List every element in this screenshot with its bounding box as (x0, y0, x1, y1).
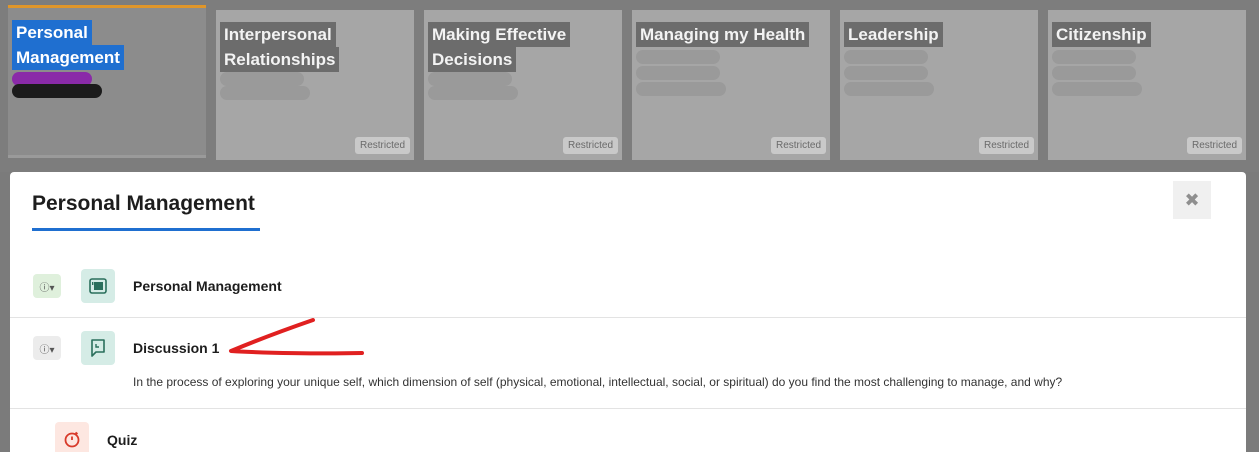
tile-citizenship[interactable]: Citizenship Restricted (1048, 10, 1246, 160)
tile-title: Leadership (844, 22, 943, 47)
tile-title: Making Effective Decisions (428, 22, 571, 72)
status-dropdown[interactable]: ⓘ▾ (33, 274, 61, 298)
placeholder-bar (220, 86, 310, 100)
item-label[interactable]: Discussion 1 (133, 340, 219, 356)
placeholder-bar (1052, 66, 1136, 80)
restricted-badge: Restricted (354, 137, 410, 154)
placeholder-bar (844, 66, 928, 80)
tile-title-line: Citizenship (1052, 22, 1151, 47)
item-description: In the process of exploring your unique … (133, 375, 1063, 389)
title-underline (32, 228, 260, 231)
tile-title: Citizenship (1052, 22, 1151, 47)
tile-managing-my-health[interactable]: Managing my Health Restricted (632, 10, 830, 160)
restricted-badge: Restricted (562, 137, 618, 154)
tile-title-line: Relationships (220, 47, 340, 72)
tile-title-line: Leadership (844, 22, 943, 47)
restricted-badge: Restricted (1186, 137, 1242, 154)
placeholder-bar (844, 50, 928, 64)
placeholder-bar (220, 72, 304, 86)
page-icon (81, 269, 115, 303)
placeholder-bar (428, 72, 512, 86)
status-dropdown[interactable]: ⓘ▾ (33, 336, 61, 360)
divider (10, 317, 1246, 318)
discussion-icon (81, 331, 115, 365)
tile-title-line: Management (12, 45, 124, 70)
tile-title: Interpersonal Relationships (220, 22, 340, 72)
tile-title-line: Personal (12, 20, 92, 45)
tile-title-line: Managing my Health (636, 22, 810, 47)
tile-interpersonal-relationships[interactable]: Interpersonal Relationships Restricted (216, 10, 414, 160)
tile-making-effective-decisions[interactable]: Making Effective Decisions Restricted (424, 10, 622, 160)
placeholder-bar (1052, 50, 1136, 64)
divider (10, 408, 1246, 409)
placeholder-bar (428, 86, 518, 100)
module-tiles: Personal Management Interpersonal Relati… (0, 0, 1259, 172)
progress-bar (12, 84, 102, 98)
modal-title: Personal Management (32, 192, 255, 215)
timer-icon (55, 422, 89, 452)
list-item[interactable]: Quiz (10, 422, 1246, 452)
tile-title-line: Decisions (428, 47, 517, 72)
tile-title: Personal Management (12, 20, 124, 70)
restricted-badge: Restricted (978, 137, 1034, 154)
placeholder-bar (636, 82, 726, 96)
list-item[interactable]: ⓘ▾ Discussion 1 In the process of explor… (10, 330, 1246, 400)
module-modal: Personal Management ✖ ⓘ▾ Personal Manage… (10, 172, 1246, 452)
tile-personal-management[interactable]: Personal Management (8, 5, 206, 158)
placeholder-bar (636, 50, 720, 64)
placeholder-bar (636, 66, 720, 80)
item-label[interactable]: Personal Management (133, 278, 282, 294)
tile-title-line: Interpersonal (220, 22, 336, 47)
tile-leadership[interactable]: Leadership Restricted (840, 10, 1038, 160)
list-item[interactable]: ⓘ▾ Personal Management (10, 268, 1246, 316)
restricted-badge: Restricted (770, 137, 826, 154)
tile-title: Managing my Health (636, 22, 810, 47)
placeholder-bar (844, 82, 934, 96)
red-annotation-stroke (229, 318, 364, 356)
placeholder-bar (1052, 82, 1142, 96)
close-button[interactable]: ✖ (1173, 181, 1211, 219)
tile-title-line: Making Effective (428, 22, 571, 47)
item-label[interactable]: Quiz (107, 432, 137, 448)
